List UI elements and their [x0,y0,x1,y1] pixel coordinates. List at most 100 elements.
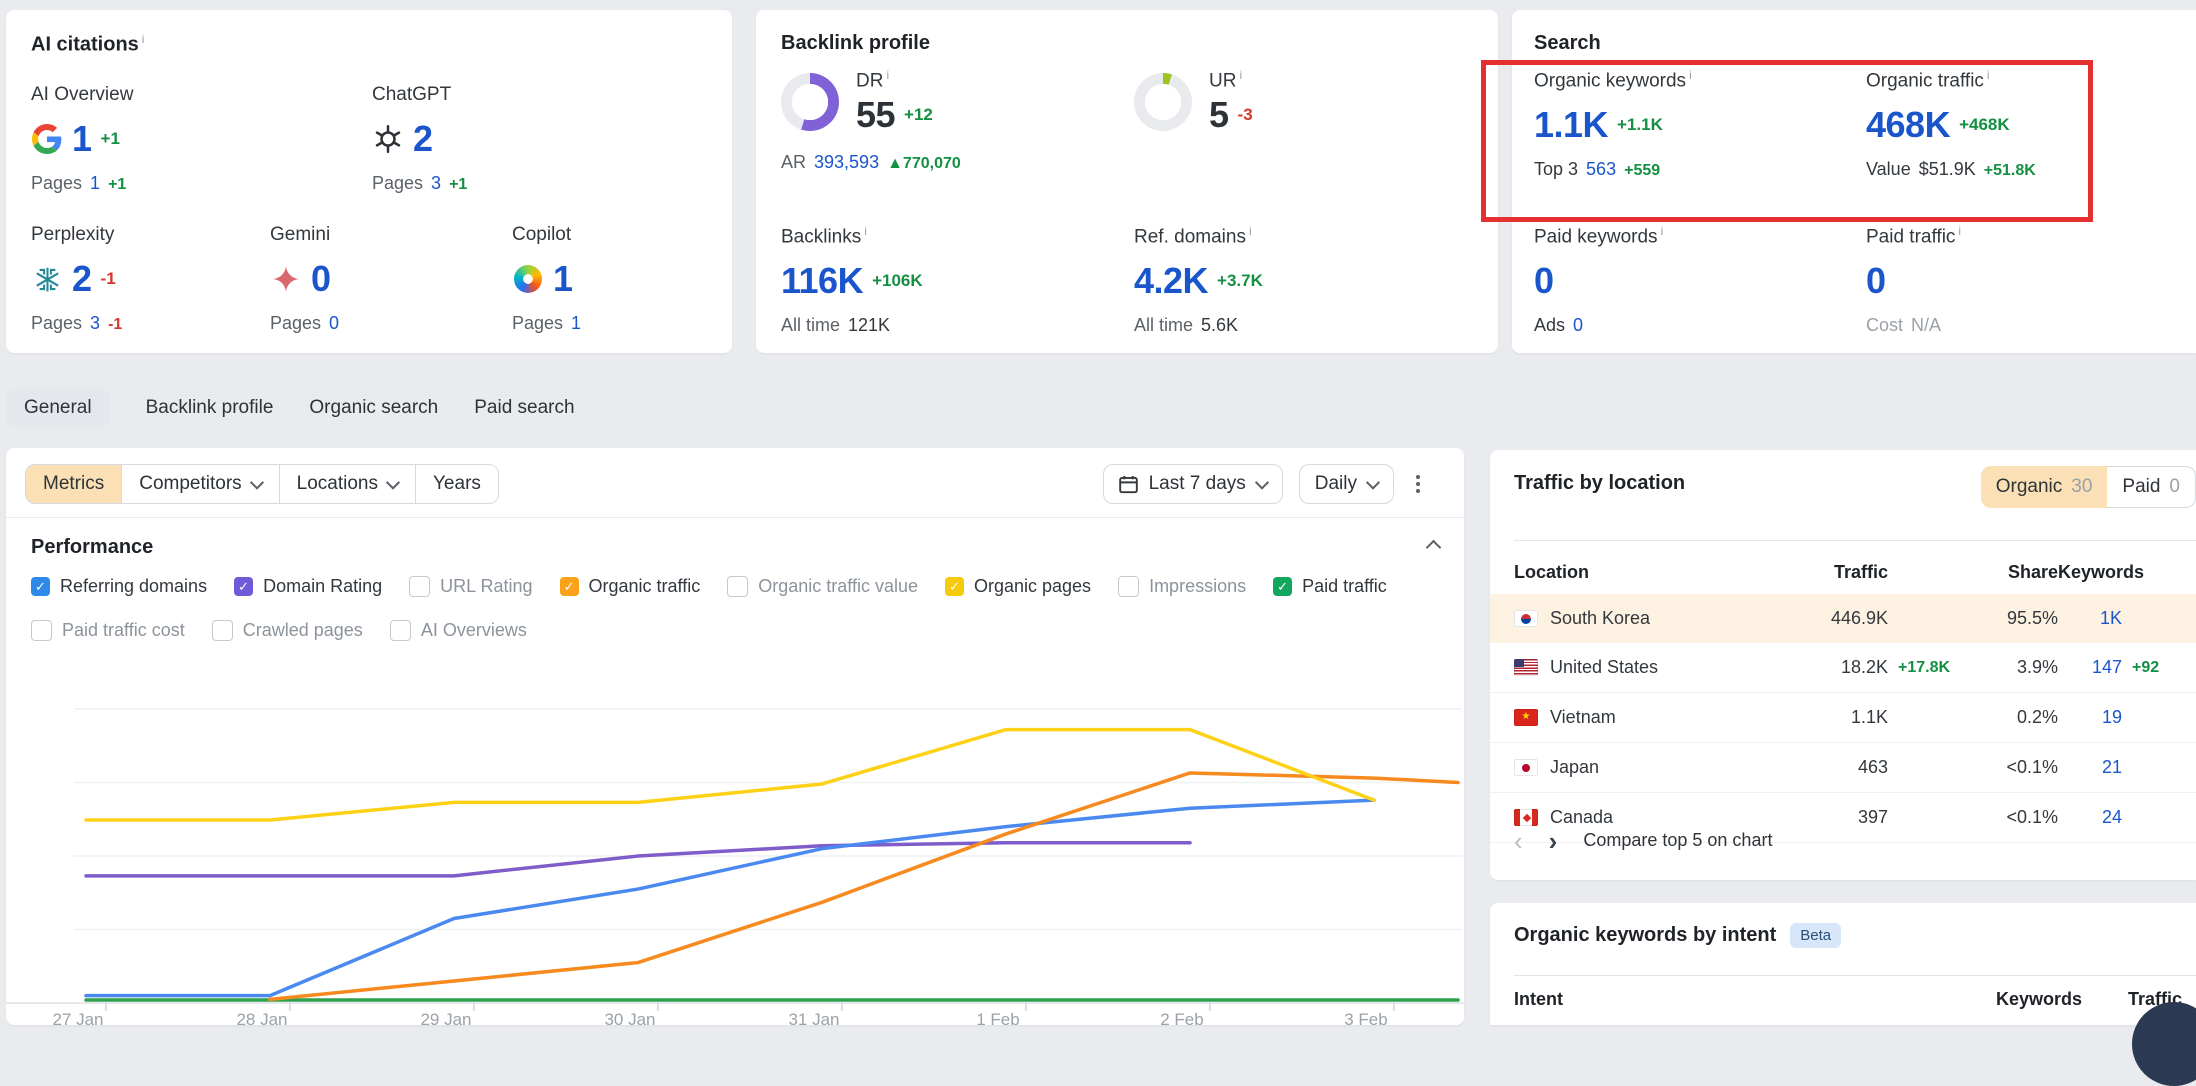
organic-keywords-value[interactable]: 1.1K [1534,104,1608,146]
x-axis-label: 27 Jan [52,1010,103,1025]
checkbox-referring-domains[interactable]: ✓Referring domains [31,576,207,597]
info-icon[interactable]: i [1661,224,1664,238]
metric-value[interactable]: 0 [311,258,331,300]
info-icon[interactable]: i [886,68,889,82]
tab-paid-search[interactable]: Paid search [474,397,574,419]
share-cell: <0.1% [1972,807,2058,828]
compare-top5-control[interactable]: Compare top 5 on chart [1583,830,1772,851]
top3-link[interactable]: 563 [1586,159,1616,180]
pages-value[interactable]: 3 [431,173,441,194]
pages-delta: +1 [108,176,126,194]
x-axis-label: 30 Jan [604,1010,655,1025]
location-cell[interactable]: ★Vietnam [1514,707,1784,728]
paid-keywords-value[interactable]: 0 [1534,260,1554,302]
checkbox-box-icon [31,620,52,641]
pages-value[interactable]: 3 [90,313,100,334]
ahrefs-rank-link[interactable]: 393,593 [814,152,879,173]
next-page-icon[interactable]: › [1549,831,1558,851]
segment-metrics[interactable]: Metrics [26,465,121,503]
segment-locations[interactable]: Locations [279,465,415,503]
checkbox-organic-traffic-value[interactable]: Organic traffic value [727,576,918,597]
x-axis-label: 2 Feb [1160,1010,1203,1025]
metric-checkbox-row-2: Paid traffic cost Crawled pages AI Overvie… [31,620,1454,641]
checkbox-organic-pages[interactable]: ✓Organic pages [945,576,1091,597]
organic-keywords-label: Organic keywordsi [1534,68,1692,92]
performance-line-chart[interactable]: 27 Jan28 Jan29 Jan30 Jan31 Jan1 Feb2 Feb… [6,670,1464,1025]
info-icon[interactable]: i [1249,224,1252,238]
tab-general[interactable]: General [6,389,110,427]
more-options-button[interactable] [1410,469,1426,499]
dr-donut-chart [781,73,839,131]
info-icon[interactable]: i [864,224,867,238]
tab-backlink-profile[interactable]: Backlink profile [146,397,274,419]
checkbox-paid-traffic-cost[interactable]: Paid traffic cost [31,620,185,641]
pages-value[interactable]: 1 [90,173,100,194]
info-icon[interactable]: i [1239,68,1242,82]
traffic-cell: 1.1K [1784,707,1888,728]
info-icon[interactable]: i [1689,68,1692,82]
collapse-chevron-icon[interactable] [1426,540,1442,556]
backlinks-value[interactable]: 116K [781,260,863,302]
prev-page-icon[interactable]: ‹ [1514,831,1523,851]
traffic-by-location-panel: Traffic by location Organic30 Paid0 Loca… [1490,450,2196,880]
location-cell[interactable]: Canada [1514,807,1784,828]
keywords-link[interactable]: 24 [2058,807,2122,828]
info-icon[interactable]: i [142,32,145,46]
keywords-link[interactable]: 1K [2058,608,2122,629]
ads-link[interactable]: 0 [1573,315,1583,336]
checkbox-label: Impressions [1149,576,1246,597]
pages-value[interactable]: 1 [571,313,581,334]
pages-value[interactable]: 0 [329,313,339,334]
location-cell[interactable]: South Korea [1514,608,1784,629]
pages-row: Pages3-1 [31,313,122,334]
metric-value[interactable]: 1 [72,118,92,160]
pages-label: Pages [31,313,82,334]
organic-traffic-value[interactable]: 468K [1866,104,1950,146]
location-cell[interactable]: United States [1514,657,1784,678]
segment-years[interactable]: Years [415,465,498,503]
metric-value-row: 0 [270,258,339,300]
location-name: Vietnam [1550,707,1616,728]
checkbox-box-icon [409,576,430,597]
ai-metric-chatgpt: ChatGPT2Pages3+1 [372,84,467,194]
checkbox-label: URL Rating [440,576,532,597]
checkbox-crawled-pages[interactable]: Crawled pages [212,620,363,641]
keywords-link[interactable]: 21 [2058,757,2122,778]
segment-competitors[interactable]: Competitors [121,465,278,503]
divider [1514,975,2196,976]
granularity-button[interactable]: Daily [1299,464,1394,504]
paid-traffic-value[interactable]: 0 [1866,260,1886,302]
keywords-link[interactable]: 147 [2058,657,2122,678]
location-cell[interactable]: Japan [1514,757,1784,778]
info-icon[interactable]: i [1958,224,1961,238]
ads-row: Ads0 [1534,315,1663,336]
keywords-link[interactable]: 19 [2058,707,2122,728]
us-flag-icon [1514,659,1538,676]
checkbox-paid-traffic[interactable]: ✓Paid traffic [1273,576,1387,597]
checkbox-impressions[interactable]: Impressions [1118,576,1246,597]
toggle-organic[interactable]: Organic30 [1981,466,2108,508]
metric-value[interactable]: 2 [413,118,433,160]
toggle-paid[interactable]: Paid0 [2107,466,2196,508]
backlinks-delta: +106K [872,271,923,291]
metric-value[interactable]: 1 [553,258,573,300]
checkbox-ai-overviews[interactable]: AI Overviews [390,620,527,641]
tab-organic-search[interactable]: Organic search [309,397,438,419]
metric-value[interactable]: 2 [72,258,92,300]
date-range-button[interactable]: Last 7 days [1103,464,1283,504]
x-axis-label: 1 Feb [976,1010,1019,1025]
traffic-delta: +17.8K [1888,659,1972,677]
checkbox-url-rating[interactable]: URL Rating [409,576,532,597]
checkbox-organic-traffic[interactable]: ✓Organic traffic [560,576,701,597]
metric-value-row: 2-1 [31,258,122,300]
chart-toolbar: MetricsCompetitorsLocationsYears Last 7 … [25,464,1440,506]
ai-metric-copilot: Copilot1Pages1 [512,224,581,334]
ref-domains-value[interactable]: 4.2K [1134,260,1208,302]
ur-delta: -3 [1238,105,1253,125]
intent-table-header: Intent Keywords Traffic [1514,989,2182,1010]
info-icon[interactable]: i [1987,68,1990,82]
checkbox-domain-rating[interactable]: ✓Domain Rating [234,576,382,597]
top3-row: Top 3563+559 [1534,159,1692,180]
metric-delta: +1 [101,129,120,149]
backlinks-alltime-row: All time121K [781,315,923,336]
